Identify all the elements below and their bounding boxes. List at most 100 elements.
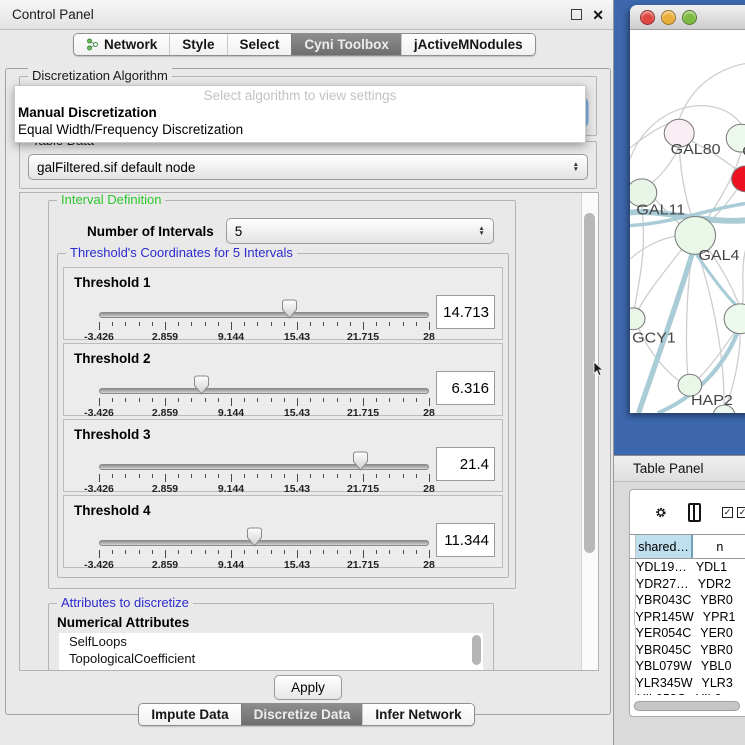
threshold-row: Threshold 3-3.4262.8599.14415.4321.71528… [63, 419, 503, 492]
table-row[interactable]: YIL052CYIL0 [630, 691, 745, 695]
table-row[interactable]: YER054CYER0 [630, 625, 745, 642]
tab-impute-data[interactable]: Impute Data [139, 704, 240, 725]
slider-track[interactable] [99, 312, 429, 318]
table-row[interactable]: YPR145WYPR1 [630, 609, 745, 626]
slider-tick [429, 322, 430, 330]
tab-style[interactable]: Style [169, 34, 226, 55]
threshold-value-field[interactable]: 6.316 [436, 371, 495, 405]
slider-thumb[interactable] [194, 375, 209, 395]
apply-button[interactable]: Apply [274, 675, 342, 700]
table-horizontal-scrollbar[interactable] [633, 701, 740, 711]
mac-zoom-icon[interactable] [682, 10, 697, 25]
table-cell[interactable]: YLR345W [636, 675, 694, 692]
table-cell[interactable]: YBR0 [692, 642, 745, 659]
table-row[interactable]: YLR345WYLR3 [630, 675, 745, 692]
table-cell[interactable]: YBL079W [636, 658, 693, 675]
table-cell[interactable]: YPR1 [695, 609, 745, 626]
scrollbar-thumb[interactable] [584, 213, 595, 553]
threshold-slider[interactable]: -3.4262.8599.14415.4321.71528 [99, 460, 429, 490]
gear-icon[interactable] [655, 503, 667, 522]
table-row[interactable]: YDL19…YDL1 [630, 559, 745, 576]
slider-tick [112, 322, 113, 326]
tab-cyni-toolbox[interactable]: Cyni Toolbox [291, 34, 401, 55]
number-of-intervals-select[interactable]: 5 ▲ ▼ [226, 218, 494, 244]
table-cell[interactable]: YIL0 [688, 691, 745, 695]
slider-tick-labels: -3.4262.8599.14415.4321.71528 [99, 483, 429, 495]
algorithm-option-manual[interactable]: Manual Discretization [15, 104, 585, 121]
slider-tick [257, 322, 258, 326]
table-cell[interactable]: YIL052C [636, 691, 688, 695]
slider-tick [429, 550, 430, 558]
scrollbar-thumb[interactable] [634, 701, 740, 711]
network-node[interactable] [724, 304, 745, 334]
table-data-select[interactable]: galFiltered.sif default node ▲ ▼ [28, 154, 588, 180]
float-window-icon[interactable] [571, 9, 582, 20]
table-cell[interactable]: YBR043C [636, 592, 693, 609]
tab-infer-network[interactable]: Infer Network [362, 704, 473, 725]
mac-minimize-icon[interactable] [661, 10, 676, 25]
slider-tick [297, 398, 298, 406]
mac-close-icon[interactable] [640, 10, 655, 25]
table-row[interactable]: YBL079WYBL0 [630, 658, 745, 675]
threshold-slider[interactable]: -3.4262.8599.14415.4321.71528 [99, 308, 429, 338]
table-cell[interactable]: YDR27… [636, 576, 690, 593]
slider-track[interactable] [99, 464, 429, 470]
table-cell[interactable]: YER054C [636, 625, 693, 642]
checkbox-icon[interactable]: ✓ [722, 507, 733, 518]
cyni-toolbox-panel: Discretization Algorithm Select algorith… [5, 68, 611, 715]
checkbox-icon[interactable]: ✓ [737, 507, 745, 518]
table-cell[interactable]: YBR0 [692, 592, 745, 609]
table-row[interactable]: YBR045CYBR0 [630, 642, 745, 659]
list-item[interactable]: BetweennessCentrality [59, 667, 483, 671]
network-edge [630, 235, 681, 259]
settings-vertical-scrollbar[interactable] [581, 193, 598, 670]
threshold-slider[interactable]: -3.4262.8599.14415.4321.71528 [99, 384, 429, 414]
scrollbar-thumb[interactable] [472, 635, 481, 665]
table-cell[interactable]: YLR3 [694, 675, 745, 692]
threshold-value-field[interactable]: 11.344 [436, 523, 495, 557]
tick-label: 2.859 [152, 331, 178, 343]
table-column-header[interactable]: n [693, 535, 745, 558]
table-column-header[interactable]: shared… [636, 535, 692, 558]
slider-tick [125, 322, 126, 326]
slider-thumb[interactable] [282, 299, 297, 319]
tab-network[interactable]: Network [74, 34, 169, 55]
threshold-slider[interactable]: -3.4262.8599.14415.4321.71528 [99, 536, 429, 566]
app-root: Control Panel ✕ NetworkStyleSelectCyni T… [0, 0, 745, 745]
network-window[interactable]: GAL80GACGAL11GAL4GCY1HHAP2 [630, 5, 745, 413]
network-node[interactable] [732, 166, 745, 192]
table-cell[interactable]: YBR045C [636, 642, 693, 659]
slider-tick [403, 322, 404, 326]
table-cell[interactable]: YDL19… [636, 559, 688, 576]
threshold-value-field[interactable]: 14.713 [436, 295, 495, 329]
table-row[interactable]: YBR043CYBR0 [630, 592, 745, 609]
threshold-value-field[interactable]: 21.4 [436, 447, 495, 481]
table-cell[interactable]: YER0 [692, 625, 745, 642]
attributes-group-title: Attributes to discretize [57, 595, 193, 610]
attributes-list-scrollbar[interactable] [470, 633, 483, 671]
slider-thumb[interactable] [353, 451, 368, 471]
network-node[interactable] [630, 308, 645, 330]
table-cell[interactable]: YPR145W [635, 609, 694, 626]
bottom-tab-bar: Impute DataDiscretize DataInfer Network [0, 703, 613, 726]
table-cell[interactable]: YDL1 [688, 559, 745, 576]
tick-label: 28 [423, 331, 435, 343]
slider-track[interactable] [99, 388, 429, 394]
tab-discretize-data[interactable]: Discretize Data [241, 704, 363, 725]
list-item[interactable]: TopologicalCoefficient [59, 650, 483, 667]
slider-tick [310, 474, 311, 478]
algorithm-option-equal-width[interactable]: Equal Width/Frequency Discretization [15, 121, 585, 138]
tab-jactivemnodules[interactable]: jActiveMNodules [401, 34, 535, 55]
table-cell[interactable]: YBL0 [693, 658, 745, 675]
list-item[interactable]: SelfLoops [59, 633, 483, 650]
table-panel-title: Table Panel [633, 461, 704, 476]
network-canvas[interactable]: GAL80GACGAL11GAL4GCY1HHAP2 [630, 30, 745, 413]
tab-select[interactable]: Select [227, 34, 292, 55]
slider-track[interactable] [99, 540, 429, 546]
slider-thumb[interactable] [247, 527, 262, 547]
close-icon[interactable]: ✕ [592, 8, 604, 22]
table-cell[interactable]: YDR2 [690, 576, 745, 593]
slider-tick [376, 322, 377, 326]
table-row[interactable]: YDR27…YDR2 [630, 576, 745, 593]
column-layout-icon[interactable] [688, 503, 701, 522]
